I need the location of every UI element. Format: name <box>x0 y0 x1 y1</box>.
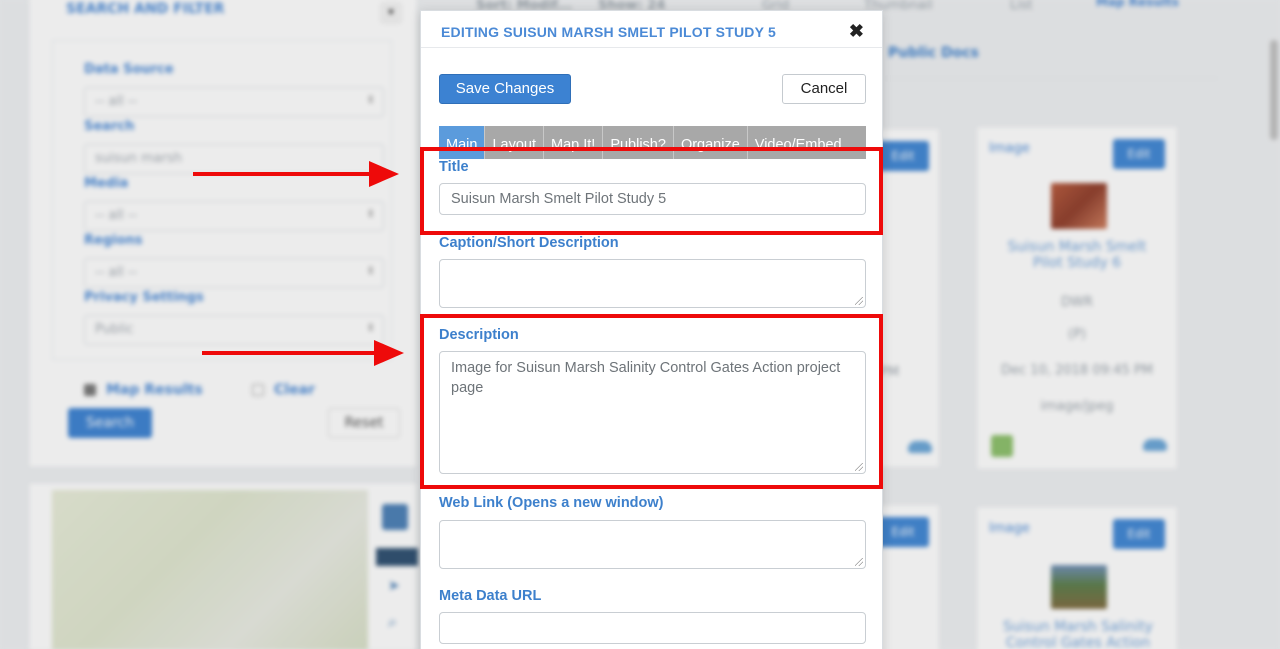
modal-header: EDITING SUISUN MARSH SMELT PILOT STUDY 5… <box>421 11 882 48</box>
cancel-button[interactable]: Cancel <box>782 74 866 104</box>
metadata-url-input[interactable] <box>439 612 866 644</box>
resize-handle-icon[interactable] <box>855 297 863 305</box>
title-arrow-icon <box>193 161 399 187</box>
web-link-textarea[interactable] <box>439 520 866 569</box>
metadata-url-label: Meta Data URL <box>439 588 542 604</box>
close-icon[interactable]: ✖ <box>849 21 864 42</box>
caption-textarea[interactable] <box>439 259 866 308</box>
description-arrow-icon <box>202 340 404 366</box>
title-highlight-box <box>420 147 883 235</box>
web-link-label: Web Link (Opens a new window) <box>439 495 664 511</box>
save-changes-button[interactable]: Save Changes <box>439 74 571 104</box>
modal-title: EDITING SUISUN MARSH SMELT PILOT STUDY 5 <box>441 24 776 40</box>
caption-label: Caption/Short Description <box>439 235 619 251</box>
description-highlight-box <box>420 314 883 489</box>
resize-handle-icon[interactable] <box>855 558 863 566</box>
